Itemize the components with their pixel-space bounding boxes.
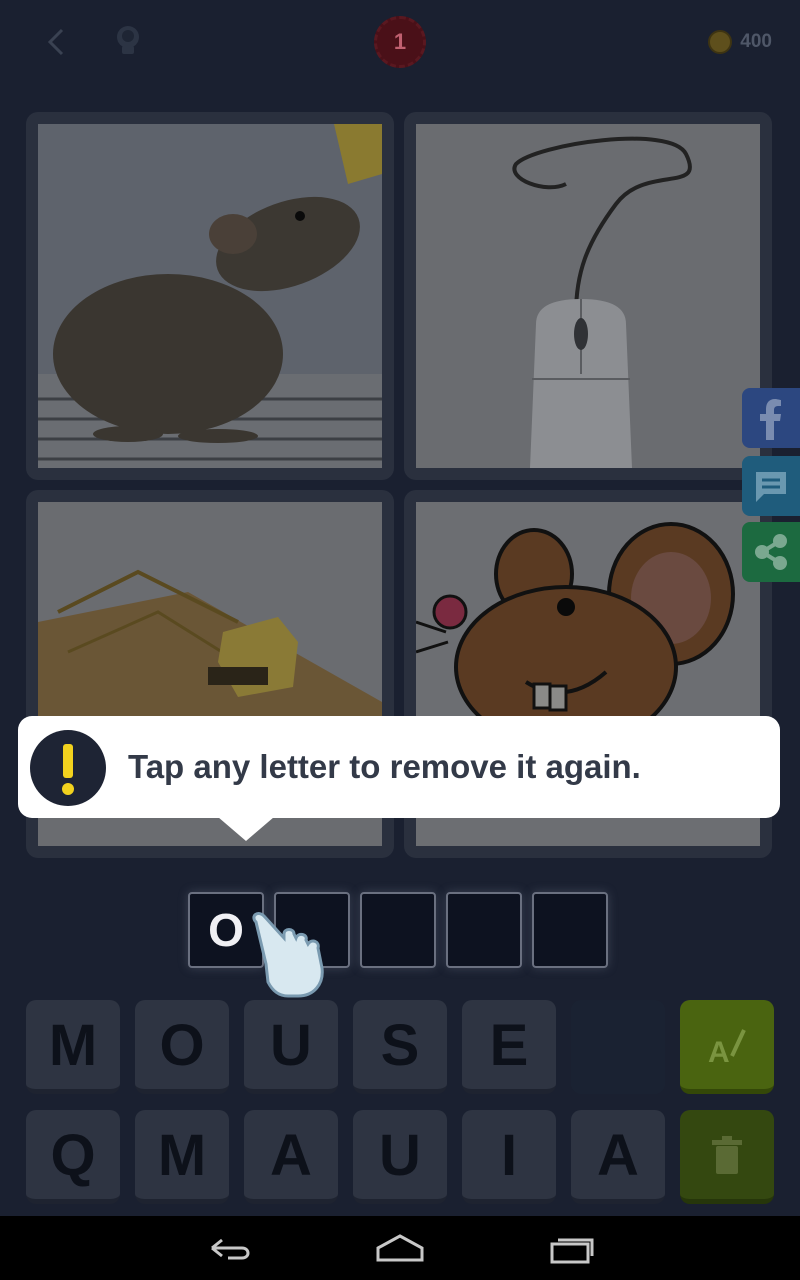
letter-key-empty bbox=[571, 1000, 665, 1094]
coin-icon bbox=[708, 30, 733, 54]
answer-slot-4[interactable] bbox=[446, 892, 522, 968]
hint-button[interactable] bbox=[110, 22, 146, 62]
top-bar: 1 400 bbox=[0, 0, 800, 84]
letter-key[interactable]: S bbox=[353, 1000, 447, 1094]
coin-count: 400 bbox=[740, 31, 772, 52]
letter-key[interactable]: M bbox=[26, 1000, 120, 1094]
letter-key[interactable]: M bbox=[135, 1110, 229, 1204]
back-arrow-icon bbox=[47, 28, 64, 56]
computer-mouse-photo bbox=[416, 124, 760, 468]
picture-tile-2[interactable] bbox=[404, 112, 772, 480]
share-icon bbox=[755, 534, 787, 570]
trash-icon bbox=[712, 1136, 742, 1174]
svg-text:A: A bbox=[708, 1036, 730, 1069]
share-button[interactable] bbox=[742, 522, 800, 582]
answer-slot-5[interactable] bbox=[532, 892, 608, 968]
answer-slot-3[interactable] bbox=[360, 892, 436, 968]
letter-key[interactable]: I bbox=[462, 1110, 556, 1204]
remove-letters-button[interactable] bbox=[680, 1110, 774, 1204]
tutorial-tooltip: Tap any letter to remove it again. bbox=[18, 716, 780, 841]
letter-key[interactable]: A bbox=[571, 1110, 665, 1204]
tap-hand-icon bbox=[252, 912, 324, 998]
chat-bubble-icon bbox=[756, 472, 786, 502]
mouse-animal-photo bbox=[38, 124, 382, 468]
letter-key[interactable]: U bbox=[244, 1000, 338, 1094]
nav-home-icon[interactable] bbox=[368, 1226, 432, 1270]
nav-back-icon[interactable] bbox=[198, 1226, 262, 1270]
system-nav-bar bbox=[0, 1216, 800, 1280]
facebook-button[interactable] bbox=[742, 388, 800, 448]
tooltip-text: Tap any letter to remove it again. bbox=[128, 748, 641, 785]
letter-key[interactable]: U bbox=[353, 1110, 447, 1204]
back-button[interactable] bbox=[40, 24, 76, 60]
message-button[interactable] bbox=[742, 456, 800, 516]
tooltip-arrow bbox=[218, 817, 274, 841]
lightbulb-icon bbox=[117, 26, 139, 54]
exclamation-icon bbox=[30, 730, 106, 806]
picture-tile-1[interactable] bbox=[26, 112, 394, 480]
nav-recents-icon[interactable] bbox=[540, 1226, 604, 1270]
letter-key[interactable]: E bbox=[462, 1000, 556, 1094]
facebook-icon bbox=[760, 399, 781, 440]
level-badge: 1 bbox=[374, 16, 426, 68]
letter-key[interactable]: A bbox=[244, 1110, 338, 1204]
reveal-letter-button[interactable]: A bbox=[680, 1000, 774, 1094]
coin-counter[interactable]: 400 bbox=[708, 28, 772, 56]
reveal-letter-icon: A bbox=[708, 1029, 746, 1069]
letter-key[interactable]: O bbox=[135, 1000, 229, 1094]
letter-key[interactable]: Q bbox=[26, 1110, 120, 1204]
